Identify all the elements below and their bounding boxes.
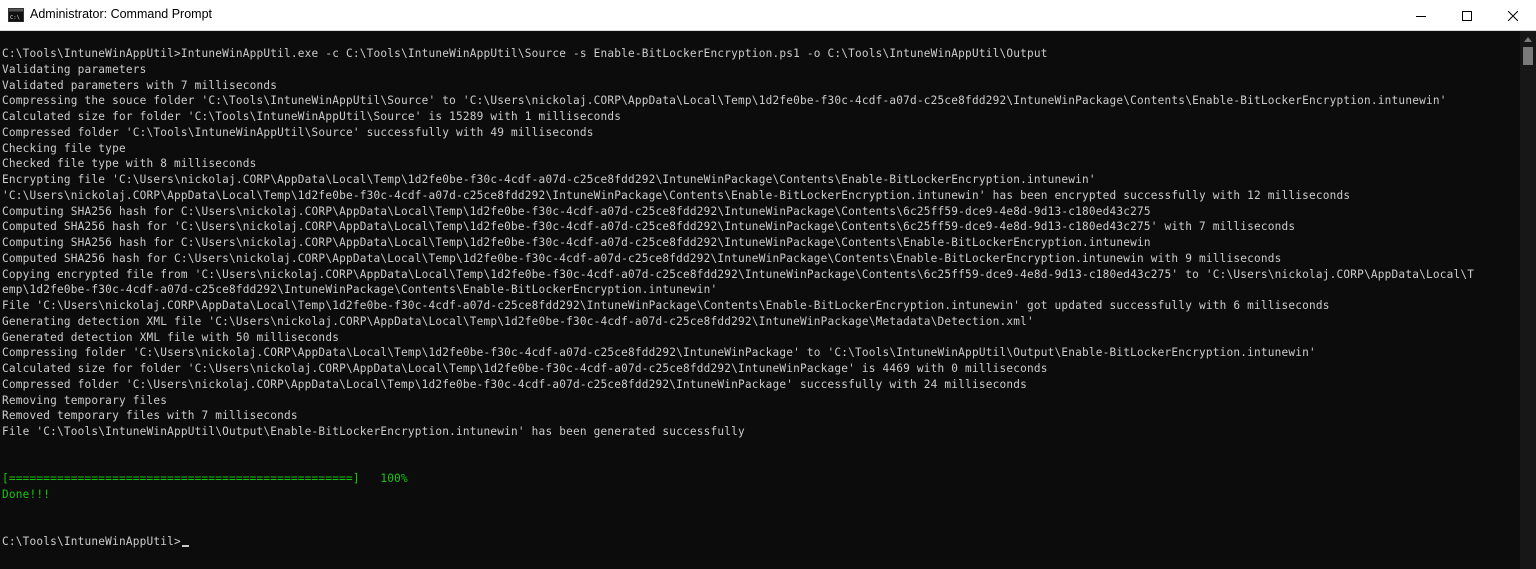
title-bar[interactable]: C:\ Administrator: Command Prompt	[0, 0, 1536, 31]
console-line: Computing SHA256 hash for C:\Users\nicko…	[2, 204, 1151, 218]
progress-bar-text: [=======================================…	[2, 472, 408, 486]
console-line: Computing SHA256 hash for C:\Users\nicko…	[2, 236, 1151, 249]
window-title: Administrator: Command Prompt	[30, 7, 213, 21]
minimize-icon	[1416, 15, 1426, 17]
console-line: Encrypting file 'C:\Users\nickolaj.CORP\…	[2, 173, 1096, 186]
done-message: Done!!!	[2, 488, 51, 501]
console-line: Generated detection XML file with 50 mil…	[2, 330, 340, 344]
vertical-scrollbar[interactable]	[1520, 31, 1536, 569]
console-output[interactable]: C:\Tools\IntuneWinAppUtil>IntuneWinAppUt…	[0, 31, 1520, 569]
prompt-line[interactable]: C:\Tools\IntuneWinAppUtil>	[2, 534, 1474, 550]
console-line: Computed SHA256 hash for C:\Users\nickol…	[2, 251, 1282, 265]
console-line: Checked file type with 8 milliseconds	[2, 157, 257, 171]
console-line: Calculated size for folder 'C:\Users\nic…	[2, 362, 1048, 375]
text-cursor	[181, 545, 189, 548]
console-lines: C:\Tools\IntuneWinAppUtil>IntuneWinAppUt…	[2, 46, 1474, 550]
console-line: emp\1d2fe0be-f30c-4cdf-a07d-c25ce8fdd292…	[2, 283, 718, 297]
console-line: File 'C:\Users\nickolaj.CORP\AppData\Loc…	[2, 299, 1330, 312]
command-prompt-icon: C:\	[8, 8, 24, 22]
console-line: Removed temporary files with 7 milliseco…	[2, 409, 298, 423]
console-line: Checking file type	[2, 141, 126, 155]
console-line: File 'C:\Tools\IntuneWinAppUtil\Output\E…	[2, 425, 745, 438]
maximize-button[interactable]	[1444, 0, 1490, 31]
console-line: Removing temporary files	[2, 393, 168, 407]
maximize-icon	[1462, 10, 1472, 21]
console-line: Validated parameters with 7 milliseconds	[2, 78, 278, 92]
console-line: 'C:\Users\nickolaj.CORP\AppData\Local\Te…	[2, 188, 1351, 202]
console-line: Validating parameters	[2, 62, 147, 76]
scrollbar-thumb[interactable]	[1523, 47, 1533, 65]
command-prompt-window: C:\ Administrator: Command Prompt C:\Too…	[0, 0, 1536, 569]
console-line: Compressing folder 'C:\Users\nickolaj.CO…	[2, 346, 1316, 360]
svg-text:C:\: C:\	[10, 15, 20, 21]
console-line: Calculated size for folder 'C:\Tools\Int…	[2, 110, 622, 123]
console-line: C:\Tools\IntuneWinAppUtil>IntuneWinAppUt…	[2, 47, 1048, 60]
close-icon	[1508, 10, 1518, 21]
console-line: Computed SHA256 hash for 'C:\Users\nicko…	[2, 220, 1296, 234]
console-line: Compressed folder 'C:\Tools\IntuneWinApp…	[2, 125, 594, 139]
console-line: Copying encrypted file from 'C:\Users\ni…	[2, 267, 1475, 281]
console-line: Compressed folder 'C:\Users\nickolaj.COR…	[2, 377, 1027, 391]
command-prompt-text: C:\Tools\IntuneWinAppUtil>	[2, 535, 181, 549]
close-button[interactable]	[1490, 0, 1536, 31]
scroll-up-arrow-icon[interactable]	[1524, 37, 1532, 42]
console-line: Compressing the souce folder 'C:\Tools\I…	[2, 94, 1447, 108]
console-line: Generating detection XML file 'C:\Users\…	[2, 314, 1034, 328]
minimize-button[interactable]	[1398, 0, 1444, 31]
